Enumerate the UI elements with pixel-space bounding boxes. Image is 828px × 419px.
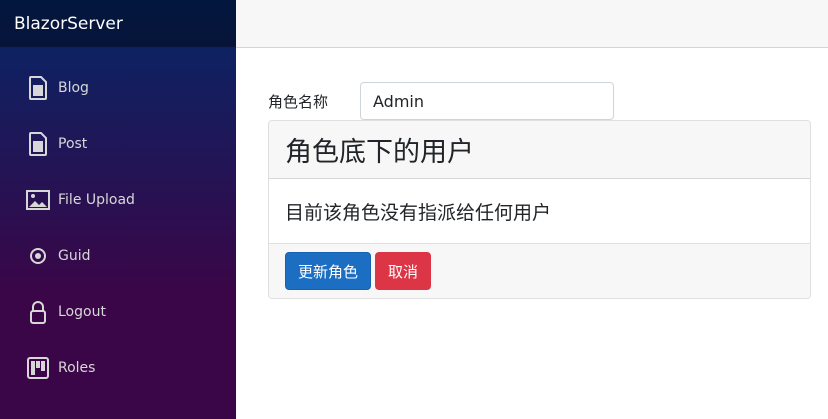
board-icon <box>26 356 50 380</box>
sidebar: BlazorServer Blog Post File Upload Guid … <box>0 0 236 419</box>
brand-bar: BlazorServer <box>0 0 236 47</box>
brand-link[interactable]: BlazorServer <box>14 14 123 34</box>
role-name-input[interactable] <box>360 82 614 120</box>
sidebar-item-label: Guid <box>58 248 91 264</box>
card-body-message: 目前该角色没有指派给任何用户 <box>269 179 810 244</box>
target-icon <box>26 244 50 268</box>
sidebar-item-file-upload[interactable]: File Upload <box>0 172 236 228</box>
sidebar-item-logout[interactable]: Logout <box>0 284 236 340</box>
sidebar-item-roles[interactable]: Roles <box>0 340 236 396</box>
card-footer: 更新角色 取消 <box>269 244 810 298</box>
sidebar-item-label: Roles <box>58 360 96 376</box>
update-role-button[interactable]: 更新角色 <box>285 252 372 290</box>
sidebar-item-label: File Upload <box>58 192 135 208</box>
sidebar-item-label: Logout <box>58 304 106 320</box>
sidebar-item-post[interactable]: Post <box>0 116 236 172</box>
sidebar-item-label: Post <box>58 136 88 152</box>
sidebar-item-guid[interactable]: Guid <box>0 228 236 284</box>
top-row <box>236 0 828 48</box>
lock-icon <box>26 300 50 324</box>
role-users-card: 角色底下的用户 目前该角色没有指派给任何用户 更新角色 取消 <box>268 120 811 299</box>
nav-menu: Blog Post File Upload Guid Logout Roles <box>0 47 236 396</box>
document-icon <box>26 132 50 156</box>
app-window: BlazorServer Blog Post File Upload Guid … <box>0 0 828 419</box>
sidebar-item-blog[interactable]: Blog <box>0 60 236 116</box>
card-header: 角色底下的用户 <box>269 121 810 179</box>
document-icon <box>26 76 50 100</box>
main-content: 角色名称 角色底下的用户 目前该角色没有指派给任何用户 更新角色 取消 <box>236 0 828 419</box>
role-name-label: 角色名称 <box>268 92 329 111</box>
cancel-button[interactable]: 取消 <box>375 252 432 290</box>
image-icon <box>26 188 50 212</box>
sidebar-item-label: Blog <box>58 80 89 96</box>
role-name-row: 角色名称 <box>268 82 614 120</box>
